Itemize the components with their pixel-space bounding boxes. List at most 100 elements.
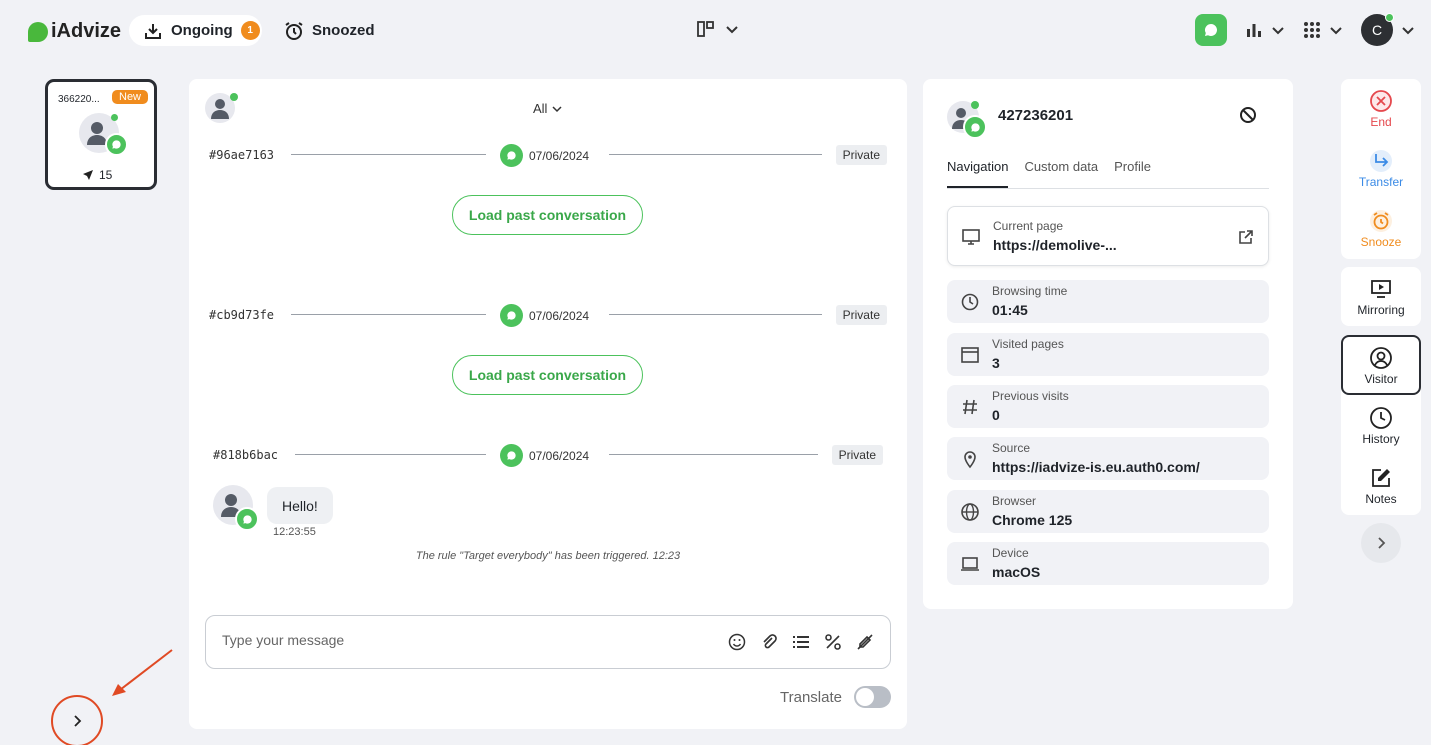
visitor-id: 427236201 (998, 107, 1074, 124)
info-label: Visited pages (992, 337, 1064, 351)
alarm-clock-icon (1341, 209, 1421, 233)
mirroring-group: Mirroring (1341, 267, 1421, 326)
tab-ongoing[interactable]: Ongoing 1 (129, 15, 262, 46)
chat-channel-icon (105, 133, 128, 156)
date-chip: 07/06/2024 (500, 144, 589, 167)
conversation-date: 07/06/2024 (529, 148, 590, 163)
message-bubble: Hello! (267, 487, 333, 524)
visitor-avatar (947, 101, 987, 139)
close-circle-icon (1341, 89, 1421, 113)
history-button[interactable]: History (1341, 406, 1421, 446)
info-label: Source (992, 441, 1031, 455)
info-value: macOS (992, 564, 1041, 580)
conversation-separator: #cb9d73fe 07/06/2024 Private (209, 304, 887, 327)
stats-menu[interactable] (1245, 21, 1285, 39)
layout-switcher[interactable] (697, 20, 739, 38)
info-value: 0 (992, 407, 1000, 423)
chevron-right-icon (74, 715, 82, 727)
online-status-dot (230, 93, 238, 101)
block-visitor-icon[interactable] (1239, 106, 1257, 129)
external-link-icon[interactable] (1238, 229, 1254, 250)
chevron-down-icon (726, 26, 738, 34)
message-count: 15 (83, 168, 112, 182)
notes-button[interactable]: Notes (1341, 466, 1421, 506)
info-row-current-page: Current page https://demolive-... (947, 206, 1269, 266)
translate-label: Translate (780, 688, 842, 706)
mirroring-button[interactable]: Mirroring (1341, 277, 1421, 317)
chat-channel-icon (500, 444, 523, 467)
tab-snoozed-label: Snoozed (312, 22, 375, 39)
location-pin-icon (959, 448, 981, 470)
info-row-browsing-time: Browsing time 01:45 (947, 280, 1269, 323)
message-filter-value: All (533, 101, 548, 116)
visitor-avatar (205, 93, 238, 123)
conversation-separator: #818b6bac 07/06/2024 Private (213, 444, 883, 467)
user-initial: C (1371, 22, 1383, 38)
info-value: https://iadvize-is.eu.auth0.com/ (992, 459, 1200, 475)
screen-play-icon (1341, 277, 1421, 301)
divider (291, 314, 486, 315)
message-composer[interactable] (205, 615, 891, 669)
alarm-clock-icon (285, 21, 303, 40)
expand-panel-button[interactable] (1361, 523, 1401, 563)
transfer-label: Transfer (1358, 175, 1404, 189)
cobrowse-off-icon[interactable] (856, 633, 874, 651)
attachment-icon[interactable] (760, 633, 778, 651)
conversation-card[interactable]: 366220... New 15 (45, 79, 157, 190)
history-label: History (1362, 432, 1400, 446)
load-past-conversation-button[interactable]: Load past conversation (452, 195, 643, 235)
info-label: Device (992, 546, 1029, 560)
load-past-conversation-button[interactable]: Load past conversation (452, 355, 643, 395)
expand-sidebar-button[interactable] (51, 695, 103, 745)
conversation-hash: #cb9d73fe (209, 308, 275, 322)
tab-snoozed[interactable]: Snoozed (284, 15, 375, 46)
message-input[interactable] (222, 632, 702, 648)
conversation-date: 07/06/2024 (529, 448, 590, 463)
transfer-button[interactable]: Transfer (1341, 149, 1421, 189)
info-value: 01:45 (992, 302, 1028, 318)
info-label: Current page (993, 219, 1064, 233)
conversation-separator: #96ae7163 07/06/2024 Private (209, 144, 887, 167)
info-label: Browsing time (992, 284, 1068, 298)
online-status-dot (111, 114, 118, 121)
canned-list-icon[interactable] (792, 633, 810, 651)
send-arrow-icon (83, 170, 93, 180)
conversation-id: 366220... (58, 94, 100, 105)
apps-menu[interactable] (1303, 21, 1343, 39)
snooze-button[interactable]: Snooze (1341, 209, 1421, 249)
emoji-icon[interactable] (728, 633, 746, 651)
grid-apps-icon (1304, 22, 1320, 38)
tab-navigation[interactable]: Navigation (947, 159, 1009, 188)
tab-custom-data[interactable]: Custom data (1024, 159, 1098, 188)
chat-channel-icon (963, 115, 987, 139)
system-message: The rule "Target everybody" has been tri… (415, 550, 681, 562)
chevron-down-icon (1402, 27, 1414, 35)
chat-status-button[interactable] (1195, 14, 1227, 46)
tab-profile[interactable]: Profile (1114, 159, 1151, 188)
date-chip: 07/06/2024 (500, 444, 589, 467)
info-value: https://demolive-... (993, 237, 1117, 253)
percent-icon[interactable] (824, 633, 842, 651)
user-menu[interactable]: C (1361, 13, 1415, 46)
end-label: End (1370, 115, 1392, 129)
divider (295, 454, 486, 455)
user-circle-icon (1341, 346, 1421, 370)
online-status-dot (971, 101, 979, 109)
globe-icon (959, 501, 981, 523)
info-row-device: Device macOS (947, 542, 1269, 585)
brand-logo[interactable]: iAdvize (28, 20, 121, 43)
hash-icon (959, 396, 981, 418)
info-label: Browser (992, 494, 1037, 508)
tab-ongoing-label: Ongoing (171, 22, 233, 39)
end-button[interactable]: End (1341, 89, 1421, 129)
brand-name: iAdvize (51, 20, 122, 42)
logo-mark-icon (28, 21, 48, 42)
message-count-value: 15 (99, 168, 113, 182)
message-filter-dropdown[interactable]: All (533, 101, 563, 116)
date-chip: 07/06/2024 (500, 304, 589, 327)
transfer-arrow-icon (1341, 149, 1421, 173)
visitor-button[interactable]: Visitor (1341, 346, 1421, 386)
info-value: Chrome 125 (992, 512, 1073, 528)
chat-channel-icon (500, 304, 523, 327)
translate-toggle[interactable] (854, 686, 891, 708)
